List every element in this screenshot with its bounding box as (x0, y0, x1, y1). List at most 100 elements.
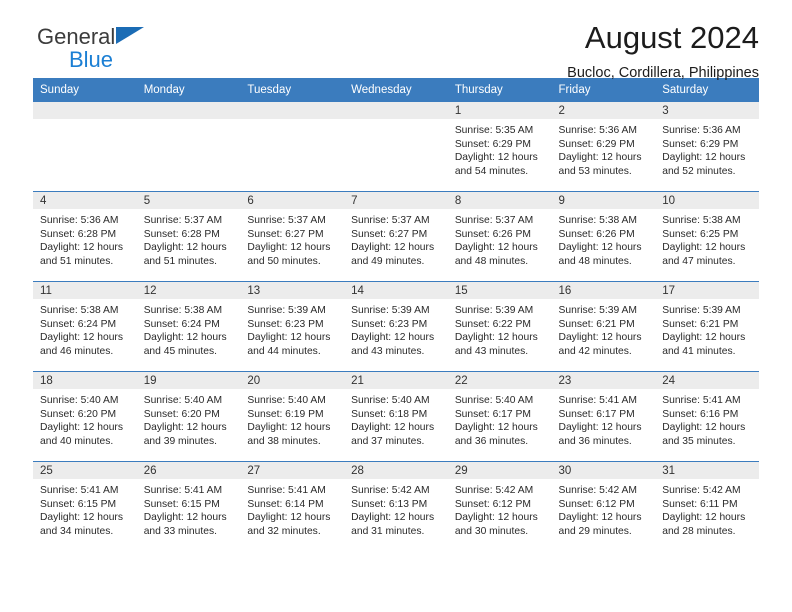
calendar-day-cell[interactable]: 25 Sunrise: 5:41 AM Sunset: 6:15 PM Dayligh… (33, 461, 137, 551)
calendar-day-cell[interactable]: 3 Sunrise: 5:36 AM Sunset: 6:29 PM Daylight… (655, 102, 759, 192)
calendar-day-cell[interactable]: 19 Sunrise: 5:40 AM Sunset: 6:20 PM Dayligh… (136, 371, 241, 462)
sunrise-text: Sunrise: 5:38 AM (662, 215, 741, 226)
calendar-day-cell[interactable]: 17 Sunrise: 5:39 AM Sunset: 6:21 PM Dayligh… (655, 281, 759, 372)
calendar-day-cell[interactable]: 7 Sunrise: 5:37 AM Sunset: 6:27 PM Daylight… (344, 191, 448, 282)
daylight-text-line1: Daylight: 12 hours (662, 422, 746, 434)
daylight-text-line2: and 33 minutes. (143, 525, 217, 537)
daylight-text-line2: and 38 minutes. (247, 435, 321, 447)
day-number: 8 (447, 192, 552, 209)
day-number: 22 (447, 372, 552, 389)
calendar-day-cell[interactable]: 9 Sunrise: 5:38 AM Sunset: 6:26 PM Daylight… (551, 191, 656, 282)
day-number: 15 (447, 282, 552, 299)
calendar-week-row: 25 Sunrise: 5:41 AM Sunset: 6:15 PM Dayligh… (33, 461, 759, 551)
calendar-day-cell[interactable]: 5 Sunrise: 5:37 AM Sunset: 6:28 PM Daylight… (136, 191, 241, 282)
day-number: 29 (447, 462, 552, 479)
day-number: 2 (551, 102, 656, 119)
sunset-text: Sunset: 6:21 PM (662, 318, 739, 330)
calendar-page: General Blue August 2024 Bucloc, Cordill… (0, 0, 792, 612)
calendar-day-cell[interactable]: 8 Sunrise: 5:37 AM Sunset: 6:26 PM Daylight… (447, 191, 552, 282)
daylight-text-line2: and 35 minutes. (662, 435, 736, 447)
day-number: 12 (136, 282, 241, 299)
calendar-day-cell[interactable]: 10 Sunrise: 5:38 AM Sunset: 6:25 PM Dayligh… (655, 191, 759, 282)
sunset-text: Sunset: 6:27 PM (351, 228, 428, 240)
sunset-text: Sunset: 6:29 PM (662, 138, 739, 150)
day-details: Sunrise: 5:42 AM Sunset: 6:12 PM Daylight:… (448, 479, 552, 538)
brand-name-blue: Blue (69, 47, 114, 72)
daylight-text-line2: and 48 minutes. (454, 255, 529, 267)
calendar-day-cell[interactable]: 30 Sunrise: 5:42 AM Sunset: 6:12 PM Dayligh… (551, 461, 656, 551)
calendar-day-cell[interactable]: 24 Sunrise: 5:41 AM Sunset: 6:16 PM Dayligh… (655, 371, 759, 462)
sunset-text: Sunset: 6:23 PM (247, 318, 324, 330)
sunset-text: Sunset: 6:14 PM (247, 498, 324, 510)
calendar-day-cell[interactable]: 14 Sunrise: 5:39 AM Sunset: 6:23 PM Dayligh… (344, 281, 448, 372)
calendar-day-cell[interactable]: 11 Sunrise: 5:38 AM Sunset: 6:24 PM Dayligh… (33, 281, 137, 372)
sunrise-text: Sunrise: 5:36 AM (558, 125, 637, 136)
day-details: Sunrise: 5:39 AM Sunset: 6:21 PM Daylight:… (552, 299, 656, 358)
day-number: 23 (551, 372, 656, 389)
brand-logo[interactable]: General Blue (37, 26, 144, 72)
calendar-day-cell[interactable]: 23 Sunrise: 5:41 AM Sunset: 6:17 PM Dayligh… (551, 371, 656, 462)
sunset-text: Sunset: 6:27 PM (247, 228, 324, 240)
calendar-day-cell[interactable]: 20 Sunrise: 5:40 AM Sunset: 6:19 PM Dayligh… (240, 371, 345, 462)
weekday-header-thursday: Thursday (447, 78, 552, 102)
calendar-day-cell[interactable]: 27 Sunrise: 5:41 AM Sunset: 6:14 PM Dayligh… (240, 461, 345, 551)
sunset-text: Sunset: 6:12 PM (558, 498, 635, 510)
calendar-day-cell[interactable]: 15 Sunrise: 5:39 AM Sunset: 6:22 PM Dayligh… (447, 281, 552, 372)
calendar-day-cell[interactable]: 6 Sunrise: 5:37 AM Sunset: 6:27 PM Daylight… (240, 191, 345, 282)
calendar-day-cell[interactable]: 4 Sunrise: 5:36 AM Sunset: 6:28 PM Daylight… (33, 191, 137, 282)
day-details: Sunrise: 5:40 AM Sunset: 6:19 PM Daylight:… (240, 389, 344, 448)
day-details: Sunrise: 5:41 AM Sunset: 6:16 PM Daylight:… (655, 389, 759, 448)
calendar-day-cell[interactable]: 21 Sunrise: 5:40 AM Sunset: 6:18 PM Dayligh… (344, 371, 448, 462)
sunrise-text: Sunrise: 5:40 AM (351, 395, 430, 406)
day-details: Sunrise: 5:38 AM Sunset: 6:25 PM Daylight:… (655, 209, 759, 268)
calendar-day-cell[interactable]: 12 Sunrise: 5:38 AM Sunset: 6:24 PM Dayligh… (136, 281, 241, 372)
day-number: 17 (655, 282, 759, 299)
calendar-day-cell[interactable]: 26 Sunrise: 5:41 AM Sunset: 6:15 PM Dayligh… (136, 461, 241, 551)
sunrise-text: Sunrise: 5:42 AM (454, 485, 534, 496)
day-number: 19 (136, 372, 241, 389)
daylight-text-line2: and 32 minutes. (247, 525, 321, 537)
calendar-day-cell[interactable]: 31 Sunrise: 5:42 AM Sunset: 6:11 PM Dayligh… (655, 461, 759, 551)
daylight-text-line1: Daylight: 12 hours (143, 242, 227, 254)
sunset-text: Sunset: 6:16 PM (662, 408, 739, 420)
sunrise-text: Sunrise: 5:42 AM (351, 485, 430, 496)
day-details: Sunrise: 5:39 AM Sunset: 6:23 PM Daylight:… (240, 299, 344, 358)
calendar-cell-empty (240, 102, 345, 192)
page-title: August 2024 (584, 20, 759, 55)
title-block: August 2024 Bucloc, Cordillera, Philippi… (567, 20, 759, 80)
weekday-header-wednesday: Wednesday (344, 78, 448, 102)
daylight-text-line1: Daylight: 12 hours (662, 242, 746, 254)
daylight-text-line1: Daylight: 12 hours (662, 332, 746, 344)
day-details: Sunrise: 5:38 AM Sunset: 6:24 PM Daylight:… (33, 299, 137, 358)
daylight-text-line2: and 43 minutes. (454, 345, 529, 357)
sunrise-text: Sunrise: 5:40 AM (454, 395, 534, 406)
day-details: Sunrise: 5:37 AM Sunset: 6:26 PM Daylight:… (448, 209, 552, 268)
calendar-day-cell[interactable]: 16 Sunrise: 5:39 AM Sunset: 6:21 PM Dayligh… (551, 281, 656, 372)
daylight-text-line1: Daylight: 12 hours (351, 332, 435, 344)
daylight-text-line1: Daylight: 12 hours (662, 152, 746, 164)
calendar-day-cell[interactable]: 28 Sunrise: 5:42 AM Sunset: 6:13 PM Dayligh… (344, 461, 448, 551)
day-details: Sunrise: 5:40 AM Sunset: 6:20 PM Daylight:… (33, 389, 137, 448)
day-details: Sunrise: 5:37 AM Sunset: 6:28 PM Daylight:… (137, 209, 241, 268)
day-details: Sunrise: 5:39 AM Sunset: 6:21 PM Daylight:… (655, 299, 759, 358)
day-details: Sunrise: 5:36 AM Sunset: 6:28 PM Daylight:… (33, 209, 137, 268)
calendar-cell-empty (344, 102, 448, 192)
calendar-day-cell[interactable]: 22 Sunrise: 5:40 AM Sunset: 6:17 PM Dayligh… (447, 371, 552, 462)
calendar-day-cell[interactable]: 2 Sunrise: 5:36 AM Sunset: 6:29 PM Daylight… (551, 102, 656, 192)
day-details: Sunrise: 5:36 AM Sunset: 6:29 PM Daylight:… (655, 119, 759, 178)
day-details: Sunrise: 5:37 AM Sunset: 6:27 PM Daylight:… (344, 209, 448, 268)
sunrise-text: Sunrise: 5:41 AM (558, 395, 637, 406)
brand-name-general: General (37, 26, 144, 48)
sunset-text: Sunset: 6:24 PM (143, 318, 220, 330)
calendar-table: Sunday Monday Tuesday Wednesday Thursday… (33, 78, 759, 551)
calendar-day-cell[interactable]: 29 Sunrise: 5:42 AM Sunset: 6:12 PM Dayligh… (447, 461, 552, 551)
daylight-text-line2: and 54 minutes. (454, 165, 529, 177)
day-details: Sunrise: 5:40 AM Sunset: 6:20 PM Daylight:… (137, 389, 241, 448)
daylight-text-line1: Daylight: 12 hours (351, 512, 435, 524)
calendar-day-cell[interactable]: 1 Sunrise: 5:35 AM Sunset: 6:29 PM Daylight… (447, 102, 552, 192)
calendar-day-cell[interactable]: 13 Sunrise: 5:39 AM Sunset: 6:23 PM Dayligh… (240, 281, 345, 372)
sunset-text: Sunset: 6:26 PM (454, 228, 531, 240)
calendar-day-cell[interactable]: 18 Sunrise: 5:40 AM Sunset: 6:20 PM Dayligh… (33, 371, 137, 462)
day-details: Sunrise: 5:42 AM Sunset: 6:12 PM Daylight:… (552, 479, 656, 538)
daylight-text-line1: Daylight: 12 hours (454, 152, 538, 164)
